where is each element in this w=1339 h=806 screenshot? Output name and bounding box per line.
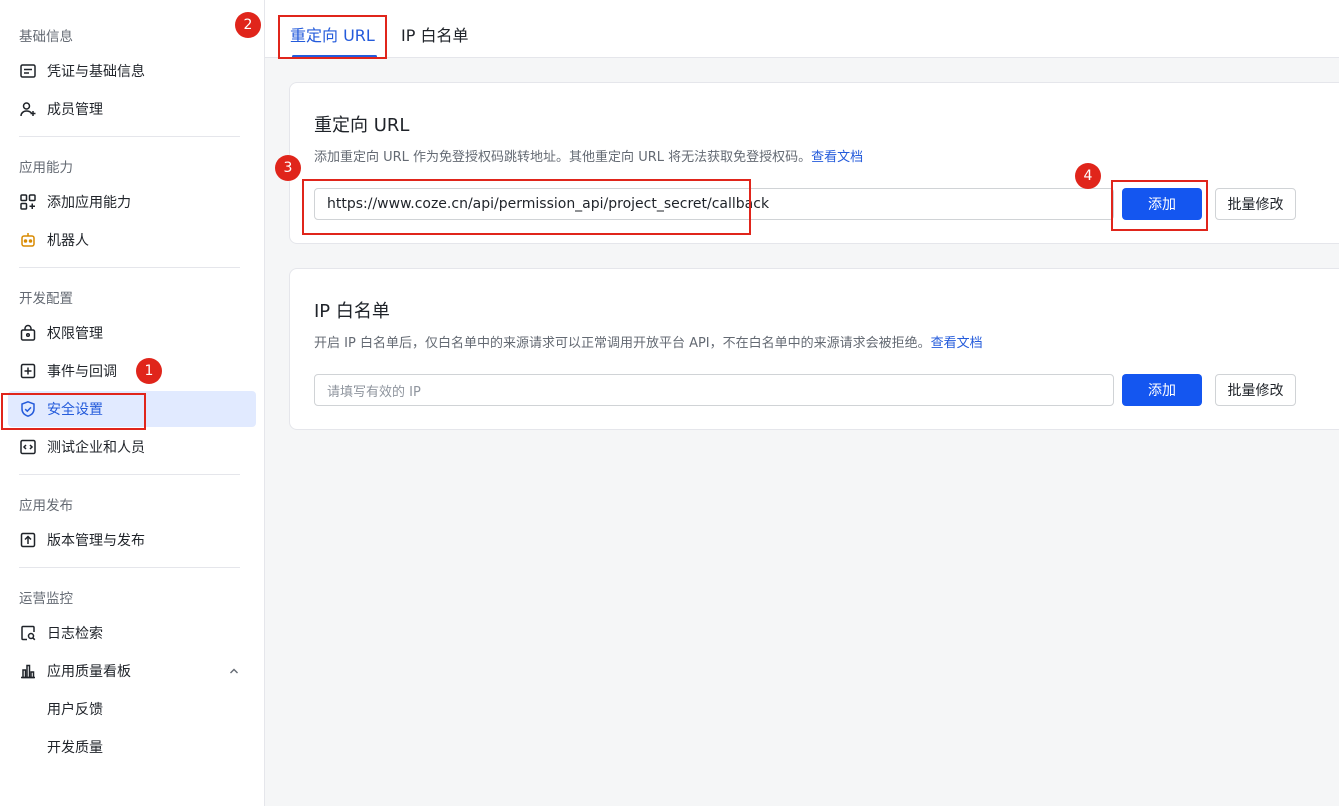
- card-title: 重定向 URL: [314, 115, 410, 136]
- description-text: 开启 IP 白名单后，仅白名单中的来源请求可以正常调用开放平台 API，不在白名…: [314, 336, 931, 351]
- doc-link[interactable]: 查看文档: [811, 150, 863, 165]
- sidebar-item-label: 日志检索: [47, 626, 103, 642]
- apps-add-icon: [19, 193, 37, 211]
- card-description: 添加重定向 URL 作为免登授权码跳转地址。其他重定向 URL 将无法获取免登授…: [314, 146, 863, 165]
- sidebar-item-test-tenant[interactable]: 测试企业和人员: [8, 429, 256, 465]
- permission-icon: [19, 324, 37, 342]
- sidebar-item-label: 凭证与基础信息: [47, 64, 145, 80]
- sidebar-item-label: 机器人: [47, 233, 89, 249]
- sidebar-divider: [19, 474, 240, 475]
- sidebar-item-add-capability[interactable]: 添加应用能力: [8, 184, 256, 220]
- sidebar-item-label: 事件与回调: [47, 364, 117, 380]
- sidebar-item-label: 用户反馈: [47, 702, 103, 718]
- sidebar-item-dev-quality[interactable]: 开发质量: [8, 729, 256, 765]
- event-icon: [19, 362, 37, 380]
- sidebar-divider: [19, 136, 240, 137]
- credential-icon: [19, 62, 37, 80]
- annotation-box-4: [1111, 180, 1208, 231]
- section-title: 运营监控: [19, 591, 73, 607]
- main-content: 重定向 URL IP 白名单 重定向 URL 添加重定向 URL 作为免登授权码…: [265, 0, 1339, 806]
- tab-bar: 重定向 URL IP 白名单: [265, 0, 1339, 58]
- annotation-box-2: [278, 15, 387, 59]
- annotation-box-3: [302, 179, 751, 235]
- sidebar-item-members[interactable]: 成员管理: [8, 91, 256, 127]
- description-text: 添加重定向 URL 作为免登授权码跳转地址。其他重定向 URL 将无法获取免登授…: [314, 150, 812, 165]
- add-ip-button[interactable]: 添加: [1122, 374, 1202, 406]
- sidebar-item-credentials[interactable]: 凭证与基础信息: [8, 53, 256, 89]
- sidebar-item-label: 添加应用能力: [47, 195, 131, 211]
- annotation-marker-3: 3: [275, 155, 301, 181]
- doc-link[interactable]: 查看文档: [931, 336, 983, 351]
- annotation-marker-4: 4: [1075, 163, 1101, 189]
- sidebar-item-label: 应用质量看板: [47, 664, 131, 680]
- section-title: 开发配置: [19, 291, 73, 307]
- chart-icon: [19, 662, 37, 680]
- sidebar-item-user-feedback[interactable]: 用户反馈: [8, 691, 256, 727]
- sidebar-item-label: 开发质量: [47, 740, 103, 756]
- sidebar-item-label: 测试企业和人员: [47, 440, 145, 456]
- sidebar-item-permissions[interactable]: 权限管理: [8, 315, 256, 351]
- sidebar-item-label: 权限管理: [47, 326, 103, 342]
- annotation-marker-2: 2: [235, 12, 261, 38]
- batch-edit-redirect-button[interactable]: 批量修改: [1215, 188, 1296, 220]
- batch-edit-ip-button[interactable]: 批量修改: [1215, 374, 1296, 406]
- sidebar-item-label: 成员管理: [47, 102, 103, 118]
- member-add-icon: [19, 100, 37, 118]
- sidebar-item-quality-dashboard[interactable]: 应用质量看板: [8, 653, 256, 689]
- ip-input[interactable]: 请填写有效的 IP: [314, 374, 1114, 406]
- sidebar-item-version-release[interactable]: 版本管理与发布: [8, 522, 256, 558]
- card-title: IP 白名单: [314, 301, 390, 322]
- sidebar-item-events[interactable]: 事件与回调: [8, 353, 256, 389]
- section-title: 基础信息: [19, 29, 73, 45]
- code-icon: [19, 438, 37, 456]
- chevron-up-icon[interactable]: [228, 665, 240, 677]
- ip-whitelist-card: IP 白名单 开启 IP 白名单后，仅白名单中的来源请求可以正常调用开放平台 A…: [289, 268, 1339, 430]
- sidebar-item-robot[interactable]: 机器人: [8, 222, 256, 258]
- log-search-icon: [19, 624, 37, 642]
- sidebar-item-log-search[interactable]: 日志检索: [8, 615, 256, 651]
- section-title: 应用发布: [19, 498, 73, 514]
- sidebar-divider: [19, 567, 240, 568]
- card-description: 开启 IP 白名单后，仅白名单中的来源请求可以正常调用开放平台 API，不在白名…: [314, 332, 983, 351]
- sidebar-item-label: 版本管理与发布: [47, 533, 145, 549]
- sidebar-divider: [19, 267, 240, 268]
- upload-icon: [19, 531, 37, 549]
- annotation-marker-1: 1: [136, 358, 162, 384]
- robot-icon: [19, 231, 37, 249]
- tab-ip-whitelist[interactable]: IP 白名单: [401, 22, 468, 46]
- annotation-box-1: [1, 393, 146, 430]
- section-title: 应用能力: [19, 160, 73, 176]
